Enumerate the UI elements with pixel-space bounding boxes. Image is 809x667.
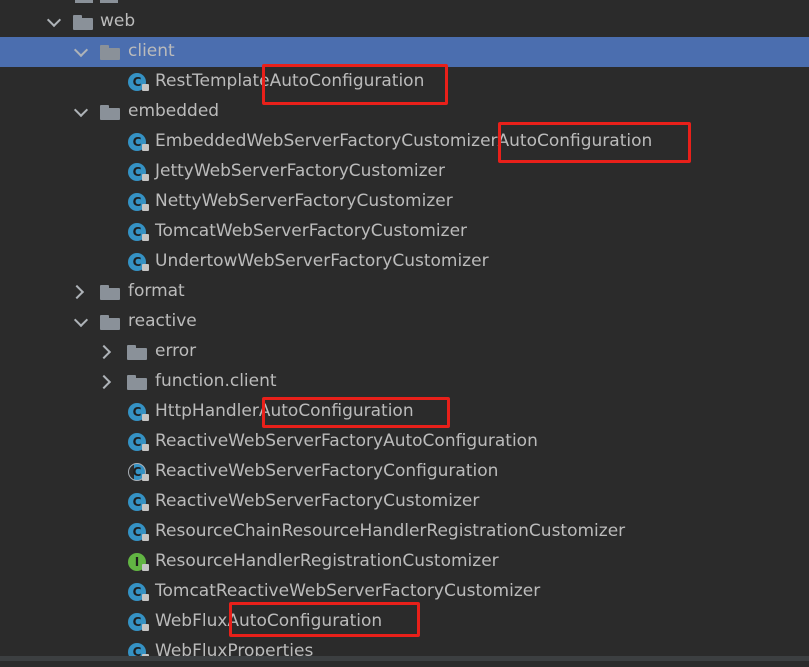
tree-interface-item[interactable]: I ResourceHandlerRegistrationCustomizer	[0, 547, 809, 577]
lock-icon	[142, 444, 149, 451]
tree-folder-error[interactable]: error	[0, 337, 809, 367]
tree-item-label: ReactiveWebServerFactoryAutoConfiguratio…	[155, 431, 538, 451]
tree-class-item[interactable]: C TomcatWebServerFactoryCustomizer	[0, 217, 809, 247]
tree-class-item[interactable]: C WebFluxProperties	[0, 637, 809, 667]
tree-bottom-edge	[0, 656, 809, 661]
chevron-right-icon[interactable]	[69, 284, 85, 300]
tree-top-edge	[0, 0, 809, 6]
tree-item-label: ReactiveWebServerFactoryConfiguration	[155, 461, 499, 481]
chevron-right-icon[interactable]	[96, 374, 112, 390]
tree-item-label: format	[128, 281, 185, 301]
tree-class-item[interactable]: C ReactiveWebServerFactoryConfiguration	[0, 457, 809, 487]
tree-class-item[interactable]: C NettyWebServerFactoryCustomizer	[0, 187, 809, 217]
tree-item-label: NettyWebServerFactoryCustomizer	[155, 191, 453, 211]
tree-item-label: ResourceHandlerRegistrationCustomizer	[155, 551, 499, 571]
tree-item-label: reactive	[128, 311, 197, 331]
highlight-box	[498, 122, 691, 163]
tree-item-label: TomcatReactiveWebServerFactoryCustomizer	[155, 581, 541, 601]
tree-class-item[interactable]: C ResourceChainResourceHandlerRegistrati…	[0, 517, 809, 547]
chevron-down-icon[interactable]	[73, 42, 89, 58]
chevron-down-icon[interactable]	[73, 312, 89, 328]
tree-item-label: client	[128, 41, 175, 61]
tree-folder-client[interactable]: client	[0, 37, 809, 67]
tree-item-label: error	[155, 341, 197, 361]
lock-icon	[142, 504, 149, 511]
tree-item-label: JettyWebServerFactoryCustomizer	[155, 161, 445, 181]
tree-class-item[interactable]: C UndertowWebServerFactoryCustomizer	[0, 247, 809, 277]
lock-icon	[142, 624, 149, 631]
lock-icon	[142, 594, 149, 601]
folder-icon	[100, 105, 120, 120]
highlight-box	[262, 64, 448, 105]
tree-class-item[interactable]: C ReactiveWebServerFactoryAutoConfigurat…	[0, 427, 809, 457]
chevron-right-icon[interactable]	[96, 344, 112, 360]
lock-icon	[142, 84, 149, 91]
chevron-down-icon[interactable]	[46, 12, 62, 28]
tree-item-label: function.client	[155, 371, 277, 391]
highlight-box	[262, 397, 450, 428]
tree-item-label: TomcatWebServerFactoryCustomizer	[155, 221, 468, 241]
lock-icon	[142, 564, 149, 571]
folder-icon	[100, 315, 120, 330]
folder-icon	[100, 285, 120, 300]
tree-item-label: embedded	[128, 101, 220, 121]
tree-folder-function-client[interactable]: function.client	[0, 367, 809, 397]
lock-icon	[142, 264, 149, 271]
lock-icon	[142, 174, 149, 181]
lock-icon	[142, 144, 149, 151]
tree-item-label: ReactiveWebServerFactoryCustomizer	[155, 491, 480, 511]
tree-item-label: UndertowWebServerFactoryCustomizer	[155, 251, 489, 271]
chevron-down-icon[interactable]	[73, 102, 89, 118]
lock-icon	[142, 534, 149, 541]
folder-icon	[73, 15, 93, 30]
folder-icon	[127, 375, 147, 390]
folder-icon	[100, 45, 120, 60]
tree-folder-web[interactable]: web	[0, 7, 809, 37]
folder-icon	[127, 345, 147, 360]
tree-folder-reactive[interactable]: reactive	[0, 307, 809, 337]
tree-item-label: web	[100, 11, 136, 31]
highlight-box	[229, 602, 420, 637]
tree-folder-format[interactable]: format	[0, 277, 809, 307]
tree-class-item[interactable]: C ReactiveWebServerFactoryCustomizer	[0, 487, 809, 517]
lock-icon	[142, 204, 149, 211]
project-tree: web client C RestTemplateAutoConfigurati…	[0, 0, 809, 661]
lock-icon	[142, 234, 149, 241]
lock-icon	[142, 474, 149, 481]
tree-item-label: ResourceChainResourceHandlerRegistration…	[155, 521, 626, 541]
lock-icon	[142, 414, 149, 421]
